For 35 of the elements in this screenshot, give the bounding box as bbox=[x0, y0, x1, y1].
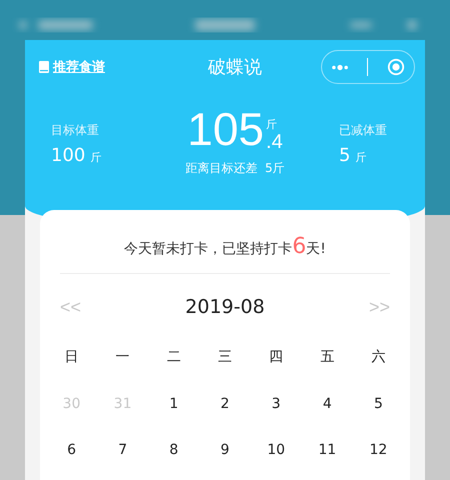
weekday-label: 二 bbox=[166, 348, 181, 366]
calendar-day[interactable]: 2 bbox=[220, 396, 230, 412]
calendar-day[interactable]: 9 bbox=[220, 442, 230, 458]
book-icon bbox=[39, 61, 49, 73]
weight-decimal: .4 bbox=[266, 132, 283, 152]
calendar-day[interactable]: 3 bbox=[272, 396, 281, 412]
month-label: 2019-08 bbox=[185, 296, 265, 318]
weekday-label: 日 bbox=[64, 348, 79, 366]
unit-label: 斤 bbox=[266, 117, 278, 132]
unit-label: 斤 bbox=[355, 150, 366, 165]
checkin-message: 今天暂未打卡，已坚持打卡6天! bbox=[123, 234, 327, 259]
close-icon[interactable] bbox=[386, 58, 405, 76]
calendar-day[interactable]: 7 bbox=[118, 442, 128, 458]
stat-label: 已减体重 bbox=[338, 122, 387, 139]
weekday-label: 四 bbox=[269, 348, 284, 366]
calendar-day[interactable]: 5 bbox=[374, 396, 383, 412]
unit-label: 斤 bbox=[90, 150, 102, 165]
current-weight: 105 bbox=[187, 106, 264, 152]
stat-label: 目标体重 bbox=[51, 122, 100, 139]
weekday-label: 五 bbox=[320, 348, 334, 366]
stat-value: 5 bbox=[338, 145, 350, 166]
calendar-day[interactable]: 8 bbox=[169, 442, 178, 458]
calendar-day[interactable]: 4 bbox=[322, 396, 332, 412]
calendar-day[interactable]: 6 bbox=[67, 442, 76, 458]
calendar-day[interactable]: 12 bbox=[370, 442, 388, 458]
weekday-label: 六 bbox=[371, 348, 386, 366]
more-icon[interactable] bbox=[331, 64, 350, 70]
weekday-label: 三 bbox=[218, 348, 232, 366]
app-title: 破蝶说 bbox=[208, 56, 262, 79]
calendar-day[interactable]: 1 bbox=[169, 396, 178, 412]
calendar-day[interactable]: 10 bbox=[267, 442, 286, 458]
remaining-text: 距离目标还差 5斤 bbox=[185, 160, 285, 177]
weekday-label: 一 bbox=[116, 348, 130, 366]
calendar-day[interactable]: 11 bbox=[318, 442, 336, 458]
stat-value: 100 bbox=[51, 145, 86, 166]
